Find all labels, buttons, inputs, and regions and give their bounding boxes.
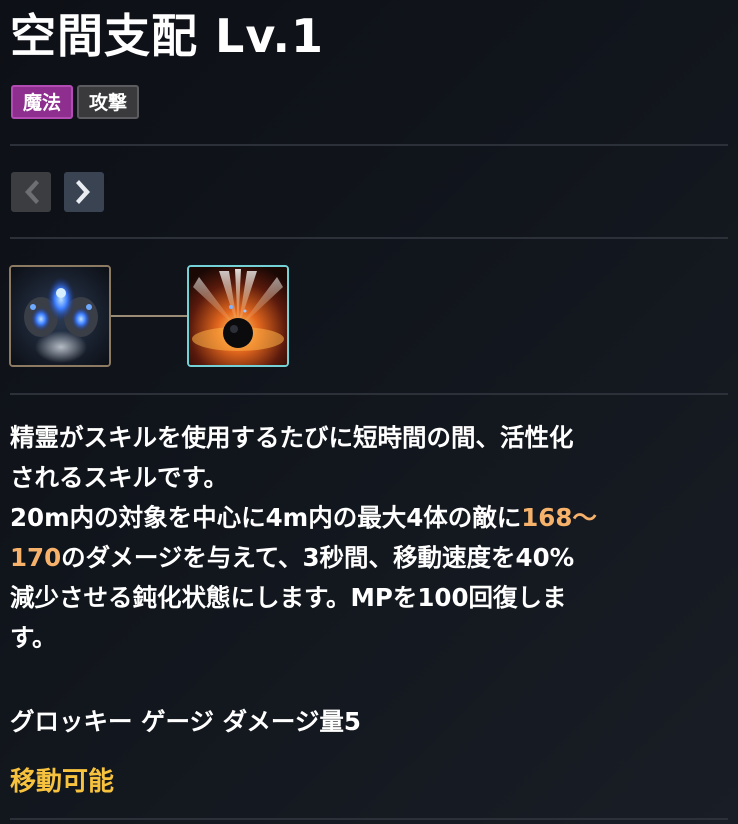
skill-title: 空間支配 Lv.1 <box>10 9 325 63</box>
description-line: 減少させる鈍化状態にします。MPを100回復しま <box>10 583 567 612</box>
divider <box>10 237 728 239</box>
description-line: 精霊がスキルを使用するたびに短時間の間、活性化 <box>10 423 574 452</box>
skill-connector <box>111 315 187 317</box>
chevron-right-icon <box>76 180 90 204</box>
tag-attack: 攻撃 <box>77 85 140 119</box>
chevron-left-icon <box>25 180 39 204</box>
description-line: す。 <box>10 623 57 652</box>
divider <box>10 818 728 820</box>
skill-node-2[interactable] <box>187 265 289 367</box>
skill-description: 精霊がスキルを使用するたびに短時間の間、活性化 されるスキルです。 20m内の対… <box>10 418 730 658</box>
tag-magic: 魔法 <box>11 85 74 119</box>
divider <box>10 393 728 395</box>
next-button[interactable] <box>64 172 104 212</box>
spirit-hands-icon <box>11 267 109 365</box>
description-text: のダメージを与えて、3秒間、移動速度を40% <box>61 543 575 572</box>
description-text: 20m内の対象を中心に4m内の最大4体の敵に <box>10 503 522 532</box>
description-line: 20m内の対象を中心に4m内の最大4体の敵に168～ <box>10 498 730 538</box>
description-line: されるスキルです。 <box>10 463 229 492</box>
damage-value: 170 <box>10 543 62 572</box>
damage-value: 168～ <box>521 503 597 532</box>
skill-node-1[interactable] <box>9 265 111 367</box>
description-line: 170のダメージを与えて、3秒間、移動速度を40% <box>10 538 730 578</box>
dark-sphere-burst-icon <box>189 267 287 365</box>
skill-tooltip: 空間支配 Lv.1 魔法 攻撃 精霊がスキルを使用するたびに短時間の間、活性化 … <box>0 0 738 824</box>
movable-label: 移動可能 <box>10 767 115 797</box>
skill-tags: 魔法 攻撃 <box>11 85 140 119</box>
prev-button[interactable] <box>11 172 51 212</box>
divider <box>10 144 728 146</box>
groggy-gauge-text: グロッキー ゲージ ダメージ量5 <box>10 707 361 736</box>
